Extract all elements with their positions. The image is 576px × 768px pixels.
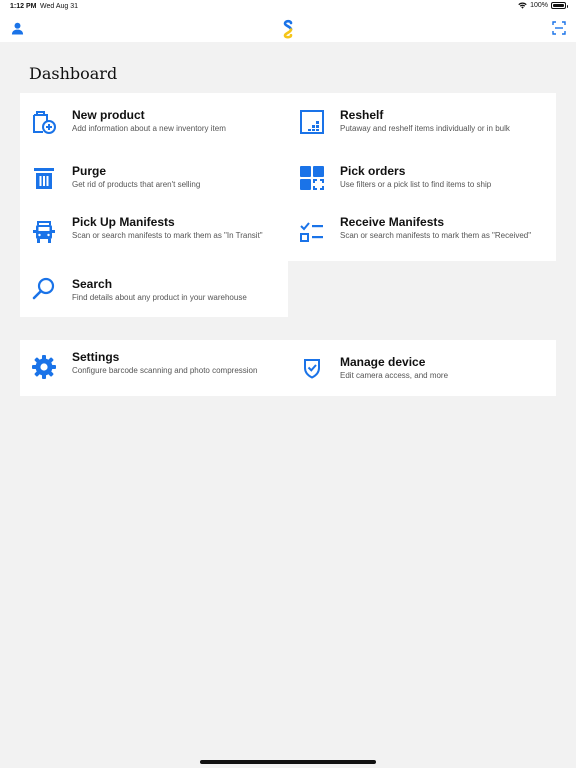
trash-icon [31, 165, 57, 191]
tile-title: New product [72, 108, 145, 122]
pick-up-manifests-tile[interactable]: Pick Up Manifests Scan or search manifes… [20, 205, 288, 261]
shield-icon [299, 355, 325, 381]
new-product-icon [31, 109, 57, 135]
settings-tile[interactable]: Settings Configure barcode scanning and … [20, 340, 288, 396]
tile-title: Settings [72, 350, 120, 364]
tile-title: Pick Up Manifests [72, 215, 175, 229]
person-icon [11, 22, 23, 35]
tile-desc: Scan or search manifests to mark them as… [340, 231, 532, 240]
status-date: Wed Aug 31 [40, 3, 79, 10]
app-logo [280, 18, 296, 40]
tile-desc: Find details about any product in your w… [72, 293, 247, 302]
search-tile[interactable]: Search Find details about any product in… [20, 261, 288, 317]
status-indicators: 100% [518, 2, 568, 9]
reshelf-icon [299, 109, 325, 135]
tile-title: Search [72, 277, 113, 291]
scan-icon [552, 21, 566, 35]
truck-icon [31, 219, 57, 245]
tile-desc: Edit camera access, and more [340, 371, 449, 380]
receive-manifests-tile[interactable]: Receive Manifests Scan or search manifes… [288, 205, 556, 261]
search-icon [31, 276, 57, 302]
nav-bar [0, 14, 576, 42]
tile-desc: Scan or search manifests to mark them as… [72, 231, 263, 240]
status-time: 1:12 PM [10, 3, 37, 10]
tile-desc: Putaway and reshelf items individually o… [340, 124, 510, 133]
gear-icon [31, 354, 57, 380]
tile-title: Manage device [340, 355, 426, 369]
tile-title: Receive Manifests [340, 215, 445, 229]
pick-orders-tile[interactable]: Pick orders Use filters or a pick list t… [288, 149, 556, 205]
tile-desc: Configure barcode scanning and photo com… [72, 366, 258, 375]
battery-percent: 100% [530, 2, 548, 9]
pick-orders-icon [299, 165, 325, 191]
checklist-icon [299, 219, 325, 245]
empty-cell [288, 261, 556, 317]
tile-desc: Get rid of products that aren't selling [72, 180, 201, 189]
purge-tile[interactable]: Purge Get rid of products that aren't se… [20, 149, 288, 205]
manage-device-tile[interactable]: Manage device Edit camera access, and mo… [288, 340, 556, 396]
battery-level [553, 4, 564, 7]
reshelf-tile[interactable]: Reshelf Putaway and reshelf items indivi… [288, 93, 556, 149]
tile-title: Purge [72, 164, 107, 178]
dashboard-grid: New product Add information about a new … [20, 93, 556, 317]
tile-title: Pick orders [340, 164, 406, 178]
scan-button[interactable] [551, 20, 567, 36]
tile-desc: Add information about a new inventory it… [72, 124, 226, 133]
tile-desc: Use filters or a pick list to find items… [340, 180, 492, 189]
battery-icon [551, 2, 568, 9]
tile-title: Reshelf [340, 108, 384, 122]
settings-card: Settings Configure barcode scanning and … [20, 340, 556, 396]
page-title: Dashboard [29, 64, 118, 83]
new-product-tile[interactable]: New product Add information about a new … [20, 93, 288, 149]
home-indicator[interactable] [200, 760, 376, 764]
profile-button[interactable] [9, 20, 25, 36]
status-bar: 1:12 PM Wed Aug 31 100% [0, 0, 576, 14]
wifi-icon [518, 2, 527, 9]
